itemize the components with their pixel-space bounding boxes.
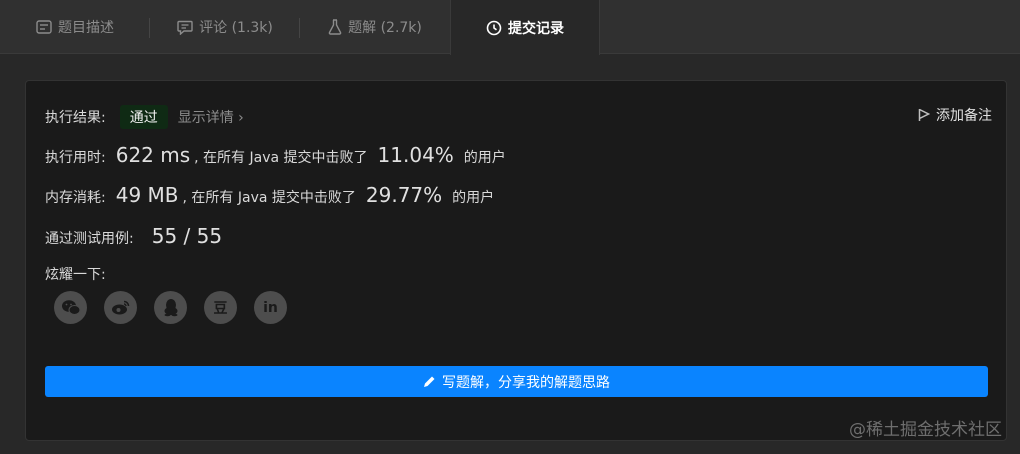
add-note-label: 添加备注 (936, 108, 992, 124)
tab-solutions[interactable]: 题解 (2.7k) (300, 0, 450, 54)
comment-icon (177, 20, 193, 35)
douban-glyph: 豆 (213, 300, 228, 317)
flask-icon (328, 19, 342, 35)
memory-row: 内存消耗: 49 MB , 在所有 Java 提交中击败了 29.77% 的用户 (45, 183, 494, 207)
tab-submissions[interactable]: 提交记录 (450, 0, 600, 55)
linkedin-icon[interactable]: in (254, 291, 287, 324)
runtime-percent: 11.04% (377, 143, 454, 167)
runtime-value: 622 ms (115, 143, 191, 167)
tests-value: 55 / 55 (151, 224, 223, 248)
result-row: 执行结果: 通过 显示详情 › (45, 105, 244, 129)
result-label: 执行结果: (45, 110, 106, 126)
memory-suffix: 的用户 (452, 190, 495, 206)
qq-icon[interactable] (154, 291, 187, 324)
share-icons: 豆 in (54, 291, 304, 324)
add-note-button[interactable]: 添加备注 (918, 105, 992, 125)
tab-bar: 题目描述 评论 (1.3k) 题解 (2.7k) 提交记录 (0, 0, 1020, 55)
runtime-suffix: 的用户 (463, 150, 506, 166)
tab-comments-label: 评论 (1.3k) (199, 20, 273, 36)
tab-submissions-label: 提交记录 (508, 20, 564, 37)
description-icon (36, 20, 52, 34)
show-details-link[interactable]: 显示详情 › (178, 107, 244, 127)
share-label: 炫耀一下: (45, 267, 106, 283)
douban-icon[interactable]: 豆 (204, 291, 237, 324)
wechat-icon[interactable] (54, 291, 87, 324)
tab-solutions-label: 题解 (2.7k) (348, 20, 422, 36)
pencil-icon (424, 376, 435, 387)
linkedin-glyph: in (263, 299, 278, 316)
submission-result-card: 执行结果: 通过 显示详情 › 添加备注 执行用时: 622 ms , 在所有 … (25, 80, 1007, 441)
flag-icon (918, 108, 930, 121)
tab-description[interactable]: 题目描述 (0, 0, 150, 54)
runtime-label: 执行用时: (45, 150, 106, 166)
tests-label: 通过测试用例: (45, 231, 134, 247)
memory-percent: 29.77% (365, 183, 443, 207)
status-badge: 通过 (119, 105, 168, 129)
weibo-icon[interactable] (104, 291, 137, 324)
tab-comments[interactable]: 评论 (1.3k) (150, 0, 300, 54)
runtime-text: , 在所有 Java 提交中击败了 (194, 150, 368, 166)
watermark: @稀土掘金技术社区 (849, 420, 1002, 440)
share-row: 炫耀一下: (45, 264, 106, 284)
write-solution-label: 写题解，分享我的解题思路 (442, 374, 610, 391)
tab-description-label: 题目描述 (58, 20, 114, 36)
write-solution-button[interactable]: 写题解，分享我的解题思路 (45, 366, 988, 397)
memory-text: , 在所有 Java 提交中击败了 (182, 190, 356, 206)
runtime-row: 执行用时: 622 ms , 在所有 Java 提交中击败了 11.04% 的用… (45, 143, 506, 167)
tests-row: 通过测试用例: 55 / 55 (45, 224, 222, 248)
memory-label: 内存消耗: (45, 190, 106, 206)
memory-value: 49 MB (115, 183, 179, 207)
clock-icon (486, 20, 502, 36)
